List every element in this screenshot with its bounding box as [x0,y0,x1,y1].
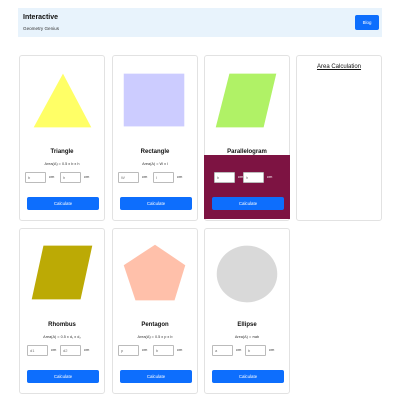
shape-formula: Area(A) = πab [234,335,260,339]
calculate-button[interactable]: Calculate [212,370,284,383]
calculate-button[interactable]: Calculate [120,197,192,210]
shape-formula: Area(A) = 0.5 x d₁ x d₂ [43,335,81,339]
base-input[interactable] [153,345,174,356]
card-ellipse: Ellipse Area(A) = πab cm cm Calculate [204,228,290,394]
pentagon-polygon [123,244,186,301]
ellipse-shape [216,245,278,303]
semi-major-input[interactable] [212,345,233,356]
parallelogram-shape [215,73,277,128]
diagonal2-input[interactable] [60,345,81,356]
shape-formula: Area(A) = 0.5 x b x h [44,162,80,166]
unit-label: cm [269,347,275,352]
card-pentagon: Pentagon Area(A) = 0.5 x p x b cm cm Cal… [112,228,198,394]
input-row: cm cm [118,345,194,357]
triangle-polygon [33,73,92,128]
shape-formula: Area(A) = W x l [142,162,168,166]
calculate-button[interactable]: Calculate [120,370,192,383]
card-parallelogram: Parallelogram cm cm Calculate [204,55,290,221]
panel-title: Area Calculation [316,64,362,70]
shape-name: Rhombus [48,322,76,328]
rectangle-rect [123,73,185,127]
base-input[interactable] [214,172,235,183]
calculate-button[interactable]: Calculate [27,370,99,383]
shape-name: Parallelogram [227,149,267,155]
input-row: cm cm [210,172,286,184]
rhombus-polygon [31,245,93,300]
unit-label: cm [177,174,183,179]
width-input[interactable] [118,172,139,183]
unit-label: cm [142,347,148,352]
triangle-shape [33,73,92,128]
perimeter-input[interactable] [118,345,139,356]
blog-button[interactable]: Blog [355,15,379,30]
shape-formula: Area(A) = 0.5 x p x b [137,335,173,339]
unit-label: cm [84,347,90,352]
height-input[interactable] [60,172,81,183]
input-row: cm cm [25,345,101,357]
shape-name: Pentagon [141,322,169,328]
semi-minor-input[interactable] [245,345,266,356]
card-rectangle: Rectangle Area(A) = W x l cm cm Calculat… [112,55,198,221]
pentagon-shape [123,244,186,301]
shape-name: Ellipse [237,322,257,328]
rectangle-shape [123,73,185,127]
unit-label: cm [142,174,148,179]
site-subtitle: Geometry Genius [23,26,59,31]
unit-label: cm [51,347,57,352]
rhombus-shape [31,245,93,300]
parallelogram-polygon [215,73,277,128]
calculate-button[interactable]: Calculate [27,197,99,210]
unit-label: cm [177,347,183,352]
unit-label: cm [236,347,242,352]
shape-name: Rectangle [140,149,170,155]
unit-label: cm [267,174,273,179]
height-input[interactable] [243,172,264,183]
ellipse-ellipse [216,245,278,303]
base-input[interactable] [25,172,46,183]
card-rhombus: Rhombus Area(A) = 0.5 x d₁ x d₂ cm cm Ca… [19,228,105,394]
unit-label: cm [49,174,55,179]
unit-label: cm [84,174,90,179]
site-title: Interactive [23,14,59,21]
calculate-button[interactable]: Calculate [212,197,284,210]
shape-name: Triangle [50,149,74,155]
input-row: cm cm [25,172,101,184]
length-input[interactable] [153,172,174,183]
diagonal1-input[interactable] [27,345,48,356]
input-row: cm cm [210,345,286,357]
card-triangle: Triangle Area(A) = 0.5 x b x h cm cm Cal… [19,55,105,221]
area-calculation-panel: Area Calculation [296,55,382,221]
header-bar: Interactive Geometry Genius Blog [18,8,382,37]
input-row: cm cm [118,172,194,184]
